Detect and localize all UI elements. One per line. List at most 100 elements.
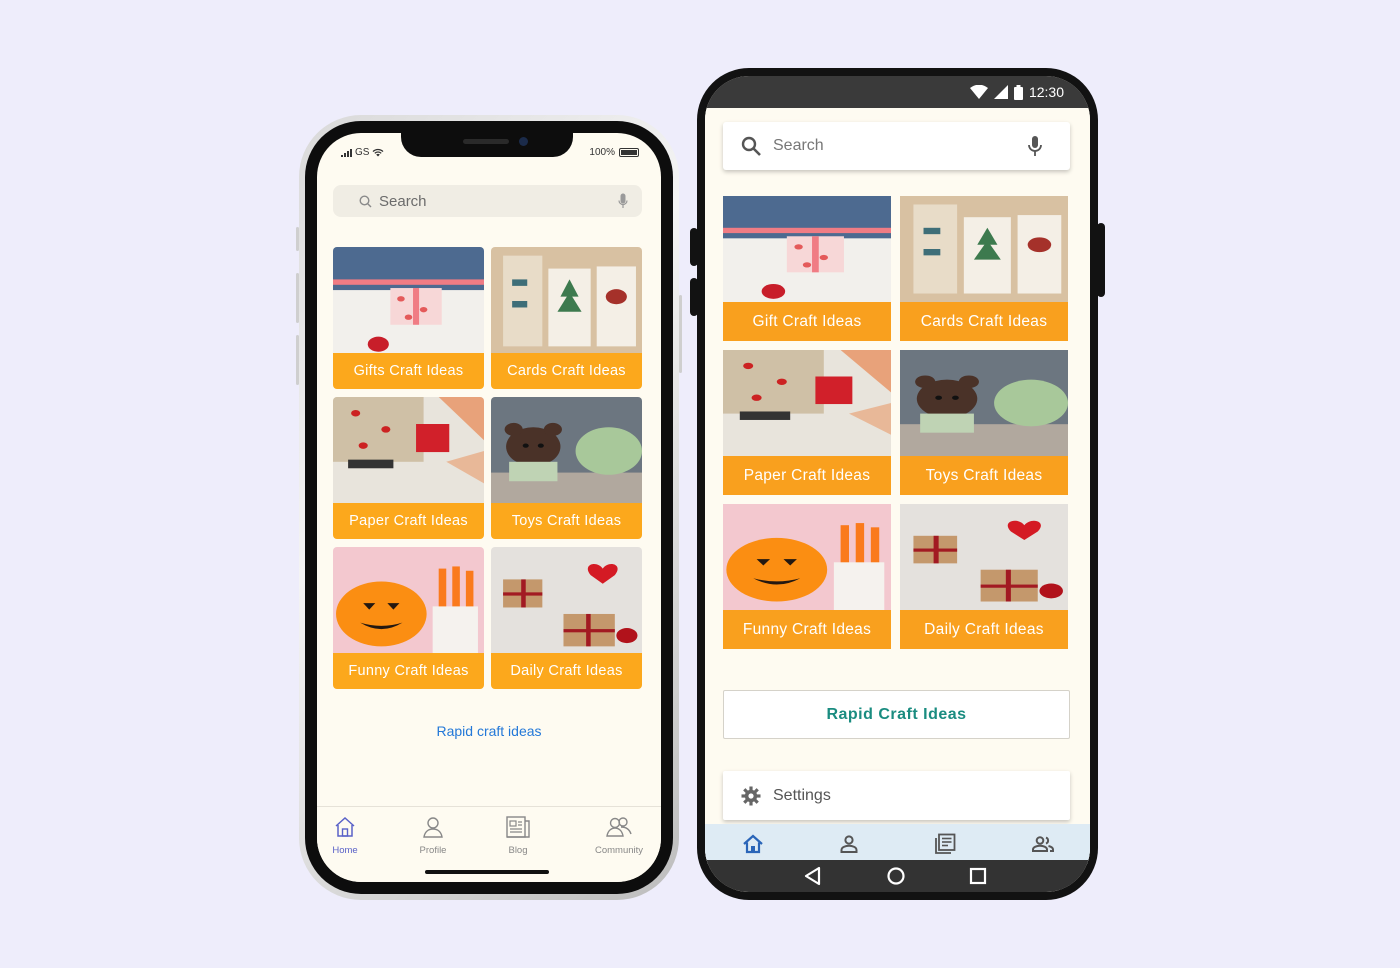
front-camera bbox=[519, 137, 528, 146]
ios-search-bar[interactable]: Search bbox=[333, 185, 642, 217]
gift-photo bbox=[333, 247, 484, 355]
ios-screen: GS 100% Search Gifts Craft Ideas Cards C… bbox=[317, 133, 661, 882]
settings-button[interactable]: Settings bbox=[723, 771, 1070, 820]
microphone-icon[interactable] bbox=[618, 193, 628, 209]
tile-label: Funny Craft Ideas bbox=[723, 610, 891, 649]
daily-photo bbox=[491, 547, 642, 655]
ios-volume-down bbox=[296, 335, 299, 385]
rapid-craft-ideas-button[interactable]: Rapid Craft Ideas bbox=[723, 690, 1070, 739]
tab-profile[interactable]: Profile bbox=[393, 815, 473, 856]
funny-photo bbox=[333, 547, 484, 655]
tab-label: Profile bbox=[419, 845, 447, 856]
tab-label: Community bbox=[594, 845, 644, 856]
recents-icon[interactable] bbox=[968, 866, 988, 886]
tab-home[interactable]: Home bbox=[317, 815, 385, 856]
android-search-placeholder: Search bbox=[773, 137, 824, 154]
person-icon[interactable] bbox=[837, 832, 861, 856]
microphone-icon[interactable] bbox=[1028, 136, 1042, 156]
tile-label: Daily Craft Ideas bbox=[900, 610, 1068, 649]
home-icon bbox=[335, 816, 355, 837]
tab-label: Home bbox=[332, 845, 358, 856]
tile-label: Toys Craft Ideas bbox=[491, 503, 642, 539]
ios-status-right: 100% bbox=[589, 147, 639, 158]
android-tile-cards[interactable]: Cards Craft Ideas bbox=[900, 196, 1068, 341]
signal-icon bbox=[993, 85, 1008, 99]
ios-volume-up bbox=[296, 273, 299, 323]
android-search-bar[interactable]: Search bbox=[723, 122, 1070, 170]
ios-tile-paper[interactable]: Paper Craft Ideas bbox=[333, 397, 484, 539]
carrier-name: GS bbox=[355, 147, 370, 158]
tile-label: Paper Craft Ideas bbox=[723, 456, 891, 495]
ios-power-button bbox=[679, 295, 682, 373]
back-icon[interactable] bbox=[803, 866, 823, 886]
android-category-grid: Gift Craft Ideas Cards Craft Ideas Paper… bbox=[723, 196, 1068, 649]
speaker bbox=[463, 139, 509, 144]
tile-label: Cards Craft Ideas bbox=[491, 353, 642, 389]
android-tile-gift[interactable]: Gift Craft Ideas bbox=[723, 196, 891, 341]
android-screen: 12:30 Search Gift Craft Ideas Cards Craf… bbox=[703, 74, 1092, 894]
ios-tile-funny[interactable]: Funny Craft Ideas bbox=[333, 547, 484, 689]
android-tile-toys[interactable]: Toys Craft Ideas bbox=[900, 350, 1068, 495]
tab-blog[interactable]: Blog bbox=[478, 815, 558, 856]
battery-icon bbox=[1013, 84, 1023, 100]
android-tile-daily[interactable]: Daily Craft Ideas bbox=[900, 504, 1068, 649]
tile-label: Daily Craft Ideas bbox=[491, 653, 642, 689]
ios-category-grid: Gifts Craft Ideas Cards Craft Ideas Pape… bbox=[333, 247, 642, 689]
ios-tile-gifts[interactable]: Gifts Craft Ideas bbox=[333, 247, 484, 389]
tile-label: Toys Craft Ideas bbox=[900, 456, 1068, 495]
people-icon[interactable] bbox=[1031, 832, 1055, 856]
iphone-bezel: GS 100% Search Gifts Craft Ideas Cards C… bbox=[305, 121, 673, 894]
paper-photo bbox=[333, 397, 484, 505]
android-volume-down bbox=[690, 278, 698, 316]
tile-label: Gift Craft Ideas bbox=[723, 302, 891, 341]
clock-time: 12:30 bbox=[1028, 84, 1064, 100]
android-tile-funny[interactable]: Funny Craft Ideas bbox=[723, 504, 891, 649]
ios-search-placeholder: Search bbox=[379, 192, 427, 210]
ios-tile-daily[interactable]: Daily Craft Ideas bbox=[491, 547, 642, 689]
tab-community[interactable]: Community bbox=[579, 815, 659, 856]
iphone-device: GS 100% Search Gifts Craft Ideas Cards C… bbox=[296, 115, 682, 900]
tile-label: Paper Craft Ideas bbox=[333, 503, 484, 539]
rapid-craft-link[interactable]: Rapid craft ideas bbox=[317, 723, 661, 739]
android-volume-up bbox=[690, 228, 698, 266]
android-status-bar: 12:30 bbox=[705, 76, 1090, 108]
battery-icon bbox=[619, 148, 639, 157]
wifi-icon bbox=[372, 148, 384, 157]
signal-icon bbox=[341, 148, 352, 157]
android-system-nav bbox=[705, 860, 1090, 892]
daily-photo bbox=[900, 504, 1068, 610]
gift-photo bbox=[723, 196, 891, 302]
tab-label: Blog bbox=[508, 845, 528, 856]
home-circle-icon[interactable] bbox=[886, 866, 906, 886]
gear-icon bbox=[741, 786, 761, 805]
tile-label: Gifts Craft Ideas bbox=[333, 353, 484, 389]
blog-icon bbox=[506, 816, 530, 838]
wifi-icon bbox=[969, 85, 988, 99]
tile-label: Cards Craft Ideas bbox=[900, 302, 1068, 341]
tile-label: Funny Craft Ideas bbox=[333, 653, 484, 689]
search-icon bbox=[741, 136, 761, 156]
android-content: Search Gift Craft Ideas Cards Craft Idea… bbox=[705, 108, 1090, 864]
ios-tab-bar: Home Profile Blog Community bbox=[317, 806, 661, 882]
home-icon[interactable] bbox=[741, 832, 765, 856]
android-bottom-nav bbox=[705, 824, 1090, 864]
battery-percent: 100% bbox=[589, 147, 615, 158]
funny-photo bbox=[723, 504, 891, 610]
toys-photo bbox=[900, 350, 1068, 456]
paper-photo bbox=[723, 350, 891, 456]
cards-photo bbox=[900, 196, 1068, 302]
home-indicator[interactable] bbox=[425, 870, 549, 874]
cards-photo bbox=[491, 247, 642, 355]
settings-label: Settings bbox=[773, 786, 831, 804]
profile-icon bbox=[423, 817, 443, 838]
ios-mute-switch bbox=[296, 227, 299, 251]
android-device: 12:30 Search Gift Craft Ideas Cards Craf… bbox=[690, 68, 1105, 900]
ios-tile-cards[interactable]: Cards Craft Ideas bbox=[491, 247, 642, 389]
toys-photo bbox=[491, 397, 642, 505]
android-tile-paper[interactable]: Paper Craft Ideas bbox=[723, 350, 891, 495]
ios-tile-toys[interactable]: Toys Craft Ideas bbox=[491, 397, 642, 539]
news-icon[interactable] bbox=[933, 832, 957, 856]
notch bbox=[401, 133, 573, 157]
ios-status-left: GS bbox=[341, 147, 384, 158]
community-icon bbox=[606, 817, 632, 837]
